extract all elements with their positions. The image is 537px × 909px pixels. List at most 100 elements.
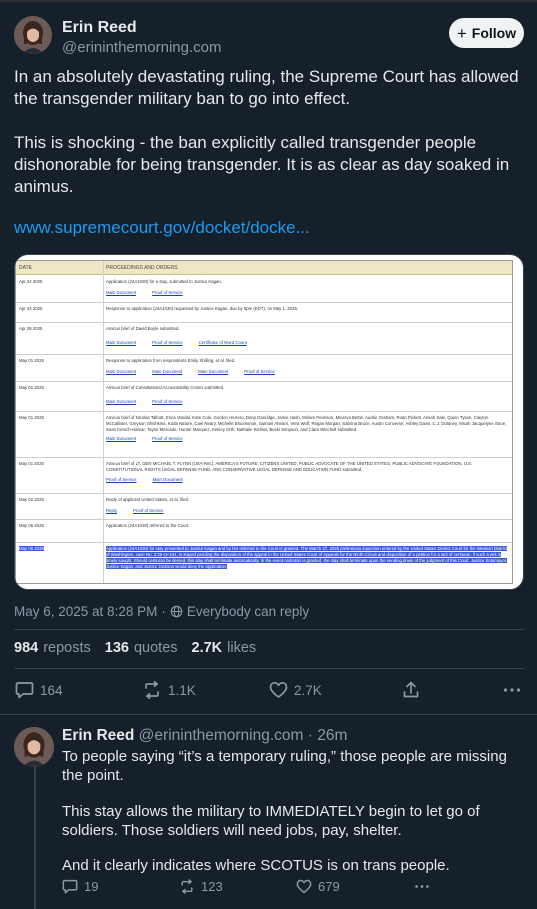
docket-row-date: May 06 2025 (19, 546, 44, 551)
likes-count: 2.7K (191, 640, 223, 656)
reply-author-name[interactable]: Erin Reed (62, 727, 134, 744)
more-icon (503, 688, 521, 692)
top-divider (0, 0, 537, 2)
reply-setting: Everybody can reply (186, 604, 310, 619)
comment-icon (15, 682, 34, 699)
reply-repost-button[interactable]: 123 (179, 879, 223, 894)
docket-table: DATE PROCEEDINGS AND ORDERS Apr 24 2025 … (15, 260, 513, 584)
docket-row-link[interactable]: Main Document (106, 290, 136, 295)
docket-row-link[interactable]: Proof of Service (133, 508, 164, 513)
docket-row: Apr 28 2025 Amicus brief of David Boyle … (16, 323, 512, 355)
avatar-image (14, 16, 52, 54)
docket-row-link[interactable]: Proof of Service (152, 399, 183, 404)
author-handle[interactable]: @erininthemorning.com (62, 39, 221, 56)
likes-stat[interactable]: 2.7K likes (192, 640, 257, 656)
share-icon (403, 681, 419, 698)
reply-count: 164 (40, 682, 63, 698)
repost-button[interactable]: 1.1K (142, 680, 196, 700)
docket-header-date: DATE (19, 265, 32, 271)
docket-row-text: Application (24A1030) referred to the Co… (106, 523, 190, 528)
docket-row-text: Amicus brief of Constitutional Accountab… (106, 385, 225, 390)
docket-row-link[interactable]: Main Document (106, 436, 136, 441)
like-button[interactable]: 2.7K (269, 680, 322, 700)
docket-row-link[interactable]: Reply (106, 508, 117, 513)
reply-repost-count: 123 (201, 879, 223, 894)
author-avatar[interactable] (14, 16, 52, 54)
docket-row-date: Apr 24 2025 (19, 279, 43, 284)
reply-author-avatar[interactable] (14, 727, 54, 767)
docket-row-text: Application (24A1030) for a stay, submit… (106, 279, 223, 284)
follow-button[interactable]: + Follow (449, 18, 524, 48)
divider (14, 629, 524, 630)
docket-row-link[interactable]: Main Document (198, 369, 228, 374)
reply-paragraph-1: To people saying “it’s a temporary rulin… (62, 748, 507, 784)
docket-row-date: May 01 2025 (19, 358, 44, 363)
follow-label: Follow (471, 25, 517, 41)
docket-row: May 01 2025 Amicus brief of Constitution… (16, 382, 512, 412)
docket-row-link[interactable]: Proof of Service (152, 290, 183, 295)
docket-row: May 02 2025 Reply of applicant United St… (16, 494, 512, 520)
avatar-image (14, 727, 54, 767)
post-paragraph-1: In an absolutely devastating ruling, the… (14, 67, 519, 108)
docket-row-text: Amicus brief of LT. GEN MICHAEL T. FLYNN… (106, 461, 473, 472)
heart-icon (269, 681, 288, 698)
likes-label: likes (227, 640, 257, 656)
docket-link[interactable]: www.supremecourt.gov/docket/docke... (14, 218, 310, 238)
more-icon (415, 885, 429, 888)
reply-header: Erin Reed @erininthemorning.com · 26m (62, 727, 347, 745)
quotes-count: 136 (104, 640, 129, 656)
quotes-label: quotes (133, 640, 178, 656)
reply-more-options-button[interactable] (414, 884, 430, 889)
author-name[interactable]: Erin Reed (62, 19, 137, 37)
docket-row-date: May 02 2025 (19, 497, 44, 502)
repost-icon (181, 879, 193, 894)
reposts-label: reposts (43, 640, 91, 656)
docket-row-date: May 06 2025 (19, 523, 44, 528)
docket-row-date: Apr 24 2025 (19, 306, 43, 311)
docket-row-link[interactable]: Certificate of Word Count (199, 340, 247, 345)
post-timestamp[interactable]: May 6, 2025 at 8:28 PM (14, 604, 157, 619)
docket-row-date: May 01 2025 (19, 385, 44, 390)
docket-row-link[interactable]: Proof of Service (106, 477, 137, 482)
post-stats: 984 reposts 136 quotes 2.7K likes (14, 640, 256, 656)
reply-reply-button[interactable]: 19 (62, 879, 98, 894)
docket-row-link[interactable]: Main Document (106, 399, 136, 404)
docket-row-text: Amicus brief of Nicolas Talbott, Erica V… (106, 415, 507, 432)
docket-row-link[interactable]: Main Document (106, 340, 136, 345)
docket-row-text: Response to application (24A1030) reques… (106, 306, 299, 311)
reply-time[interactable]: · 26m (308, 727, 348, 744)
docket-row: Apr 24 2025 Response to application (24A… (16, 303, 512, 323)
more-options-button[interactable] (503, 680, 521, 700)
docket-row-link[interactable]: Proof of Service (152, 340, 183, 345)
reposts-stat[interactable]: 984 reposts (14, 640, 91, 656)
docket-row-link[interactable]: Proof of Service (152, 436, 183, 441)
comment-icon (62, 879, 78, 894)
repost-count: 1.1K (168, 682, 196, 698)
docket-row: Apr 24 2025 Application (24A1030) for a … (16, 276, 512, 303)
share-button[interactable] (402, 680, 420, 700)
reposts-count: 984 (14, 640, 39, 656)
reply-button[interactable]: 164 (15, 680, 63, 700)
divider (0, 714, 537, 715)
docket-header-proceedings: PROCEEDINGS AND ORDERS (106, 265, 178, 271)
post-paragraph-2: This is shocking - the ban explicitly ca… (14, 133, 510, 196)
globe-icon (170, 605, 183, 618)
docket-row-date: May 01 2025 (19, 461, 44, 466)
separator: · (161, 604, 166, 619)
plus-icon: + (456, 23, 467, 43)
like-count: 2.7K (294, 682, 322, 698)
docket-row: May 01 2025 Response to application from… (16, 355, 512, 382)
docket-row-link[interactable]: Main Document (106, 369, 136, 374)
quotes-stat[interactable]: 136 quotes (105, 640, 178, 656)
reply-author-handle[interactable]: @erininthemorning.com (139, 727, 304, 744)
docket-row-link[interactable]: Main Document (152, 369, 182, 374)
docket-row-link[interactable]: Main Document (153, 477, 183, 482)
docket-image[interactable]: DATE PROCEEDINGS AND ORDERS Apr 24 2025 … (14, 254, 524, 590)
divider (14, 668, 524, 669)
docket-row: May 01 2025 Amicus brief of Nicolas Talb… (16, 412, 512, 458)
repost-icon (145, 681, 159, 699)
docket-row-text: Reply of applicant United States, et al.… (106, 497, 190, 502)
reply-reply-count: 19 (84, 879, 99, 894)
docket-row-link[interactable]: Proof of Service (244, 369, 275, 374)
reply-like-button[interactable]: 679 (296, 879, 340, 894)
